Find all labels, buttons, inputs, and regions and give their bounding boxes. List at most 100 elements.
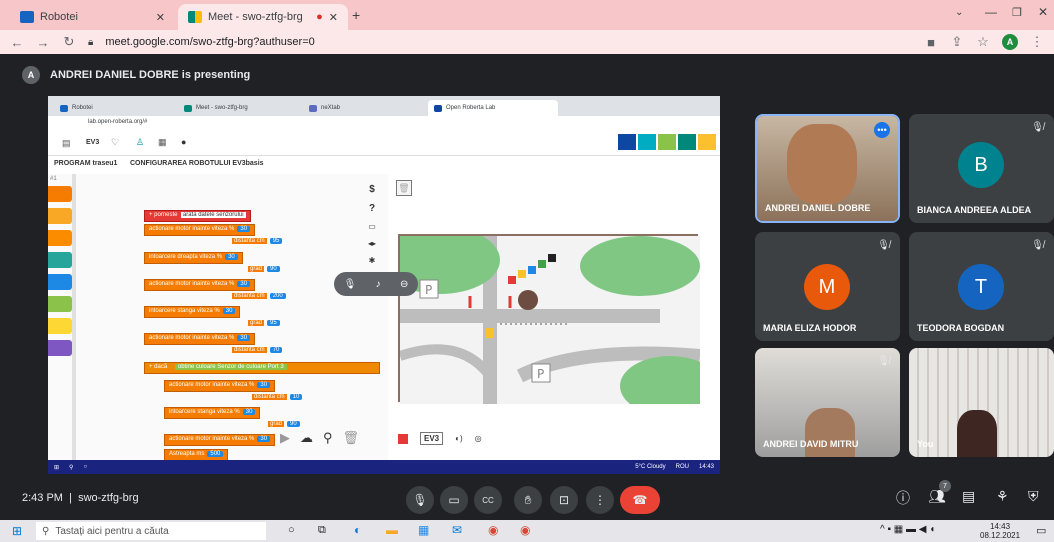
sound-icon: ◐) [455,434,463,443]
captions-button[interactable]: CC [474,486,502,514]
sim-bottom-controls: EV3 ◐) ◎ [398,432,482,445]
chrome-meet-icon[interactable]: ◉ [520,523,530,537]
back-arrow-icon[interactable]: ← [10,35,24,50]
inner-tab-meet: Meet - swo-ztfg-brg [178,100,298,116]
inner-tab-nextab: neXtab [303,100,423,116]
nextab-favicon-icon [309,104,317,112]
category-variables [48,340,72,356]
close-tab-icon[interactable]: ✕ [156,11,165,24]
presenter-floating-bar: 🎙︎ ♪ ⊖ [334,272,418,296]
motor-block-4: actionare motor inainte viteza % 30 [164,380,276,392]
mic-off-icon: 🎙︎̸ [877,240,890,251]
raise-hand-button[interactable]: ✋︎ [514,486,542,514]
notifications-icon[interactable]: ▭ [1036,524,1046,537]
inner-search-icon: ⚲ [69,464,74,471]
distance-row-4: distanta cm 10 [248,393,306,405]
motor-block-3: actionare motor inainte viteza % 30 [144,333,256,345]
presenting-text: ANDREI DANIEL DOBRE is presenting [50,69,251,81]
inner-cortana-icon: ○ [83,464,88,470]
tile-bianca-andreea-aldea[interactable]: 🎙︎̸ B BIANCA ANDREEA ALDEA [909,114,1054,223]
category-math [48,274,72,290]
taskbar-search-box[interactable]: ⚲ Tastați aici pentru a căuta [36,522,266,540]
sim-side-tools: $ ? ▭ ◂▸ ✱ ▣ [360,184,384,344]
bulb-icon: ♡ [111,137,120,147]
tile-teodora-bogdan[interactable]: 🎙︎̸ T TEODORA BOGDAN [909,232,1054,341]
file-explorer-icon[interactable]: ▬ [386,523,398,537]
avatar: T [958,264,1004,310]
tile-andrei-david-mitru[interactable]: 🎙︎̸ ANDREI DAVID MITRU [755,348,900,457]
mail-icon[interactable]: ✉︎ [452,523,462,537]
store-icon[interactable]: ▦ [418,523,429,537]
person-face [787,124,857,204]
activities-icon[interactable]: ⚘ [996,488,1009,505]
cortana-icon[interactable]: ○ [288,524,295,536]
edge-icon[interactable]: ◐ [354,523,361,537]
windows-start-icon[interactable]: ⊞ [12,524,22,538]
new-tab-button[interactable]: + [352,7,360,23]
share-icon[interactable]: ⇪ [950,34,964,50]
mic-button[interactable]: 🎙︎ [406,486,434,514]
motor-block-1: actionare motor inainte viteza % 30 [144,224,256,236]
inner-address-bar: lab.open-roberta.org/# [48,116,720,130]
meet-favicon-icon [188,11,202,23]
browser-tab-bar: Robotei ✕ Meet - swo-ztfg-brg ● ✕ + ⌄ — … [0,0,1054,30]
tile-you[interactable]: You [909,348,1054,457]
tile-more-icon[interactable]: ••• [874,122,890,138]
info-icon[interactable]: ⓘ [896,488,910,508]
inner-tab-roberta: Open Roberta Lab [428,100,558,116]
globe-icon: ● [181,137,187,147]
user-icon: ♙ [136,137,145,147]
end-call-button[interactable]: ☎︎ [620,486,660,514]
tab-search-icon[interactable]: ⌄ [955,7,963,18]
camera-indicator-icon[interactable]: ■ [924,35,938,50]
host-controls-icon[interactable]: ⛨ [1028,488,1039,505]
grad-row-2: grad 95 [244,319,284,331]
distance-row-2: distanta cm 200 [228,292,290,304]
search-icon: ⚲ [42,525,50,537]
bookmark-star-icon[interactable]: ☆ [976,34,990,50]
tile-maria-eliza-hodor[interactable]: 🎙︎̸ M MARIA ELIZA HODOR [755,232,900,341]
stop-icon [398,433,408,444]
turn-block-3: intoarcere stanga viteza % 30 [164,407,261,419]
profile-avatar[interactable]: A [1002,34,1018,50]
windows-taskbar: ⊞ ⚲ Tastați aici pentru a căuta ○ ⧉ ◐ ▬ … [0,520,1054,542]
shared-screen: Robotei Meet - swo-ztfg-brg neXtab Open … [48,96,720,474]
distance-row-1: distanta cm 95 [228,237,286,249]
participant-count-badge: 7 [939,480,951,492]
chrome-icon[interactable]: ◉ [488,523,498,537]
url-field[interactable]: meet.google.com/swo-ztfg-brg?authuser=0 [105,36,912,48]
browser-tab-meet[interactable]: Meet - swo-ztfg-brg ● ✕ [178,4,348,30]
meet-control-bar: 2:43 PM | swo-ztfg-brg 🎙︎ ▭ CC ✋︎ ⊡ ⋮ ☎︎… [0,478,1054,520]
tile-andrei-daniel-dobre[interactable]: ••• ANDREI DANIEL DOBRE [755,114,900,223]
reload-icon[interactable]: ↻ [62,34,76,50]
close-window-button[interactable]: ✕ [1038,5,1048,19]
category-sensors [48,208,72,224]
minimize-button[interactable]: — [985,5,997,19]
kebab-menu-icon[interactable]: ⋮ [1030,34,1044,50]
recording-dot-icon: ● [316,11,323,23]
inner-taskbar: ⊞ ⚲ ○ 5°C Cloudy ROU 14:43 [48,460,720,474]
debug-icon: ✱ [368,256,376,265]
task-view-icon[interactable]: ⧉ [318,524,326,537]
play-icon: ▶ [280,430,290,445]
forward-arrow-icon[interactable]: → [36,35,50,50]
category-colours [48,318,72,334]
present-button[interactable]: ⊡ [550,486,578,514]
camera-button[interactable]: ▭ [440,486,468,514]
close-tab-icon[interactable]: ✕ [329,11,338,24]
location-icon: ◎ [474,434,482,443]
category-text [48,296,72,312]
svg-text:P: P [537,367,544,381]
more-options-button[interactable]: ⋮ [586,486,614,514]
sim-field: P P [380,226,720,416]
browser-tab-robotei[interactable]: Robotei ✕ [10,4,175,30]
chat-icon[interactable]: ▤ [962,488,975,505]
tray-icons[interactable]: ^ ▪ ▦ ▬ ◀ ◖ [880,524,935,535]
editor-bottom-tools: ▶ ☁ ⚲ 🗑︎ [280,430,359,446]
restore-button[interactable]: ❐ [1012,6,1022,19]
roberta-toolbar: ▤ EV3 ♡ ♙ ▦ ● [48,130,720,156]
menu-icon: ▤ [62,138,71,148]
person-face [957,410,997,457]
taskbar-clock[interactable]: 14:43 08.12.2021 [980,522,1020,540]
mic-off-icon: 🎙︎̸ [877,356,890,367]
